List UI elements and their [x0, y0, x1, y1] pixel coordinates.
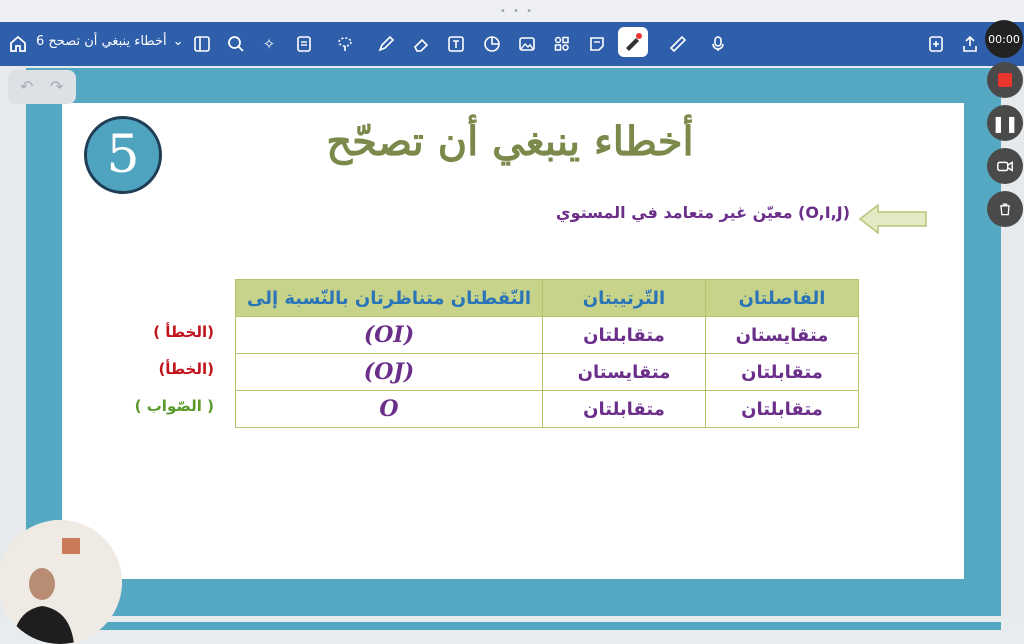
laser-pointer-icon[interactable] — [618, 27, 648, 57]
lasso-icon[interactable] — [335, 22, 355, 66]
table-cell: متقابلتان — [705, 353, 859, 391]
slide-title: أخطاء ينبغي أن تصحّح — [326, 118, 694, 165]
camera-toggle-button[interactable] — [987, 148, 1023, 184]
elements-icon[interactable] — [552, 22, 572, 66]
chevron-down-icon: ⌄ — [172, 34, 184, 49]
table-cell: متقابلتان — [542, 316, 706, 354]
search-icon[interactable] — [226, 22, 246, 66]
header-ordinates: التّرتيبتان — [542, 279, 706, 317]
trash-icon — [1000, 203, 1010, 216]
page-bottom-strip — [0, 618, 1024, 640]
comparison-table: الفاصلتان التّرتيبتان النّقطتان متناظرتا… — [235, 279, 859, 428]
header-abscissas: الفاصلتان — [705, 279, 859, 317]
document-title-text: أخطاء ينبغي أن تصحح 6 — [36, 34, 167, 49]
add-page-icon[interactable] — [926, 22, 946, 66]
eraser-icon[interactable] — [411, 22, 431, 66]
mark-wrong-1: (الخطأ ) — [153, 323, 214, 341]
mark-correct: ( الصّواب ) — [134, 397, 214, 415]
webcam-overlay[interactable] — [0, 520, 122, 644]
table-header-row: الفاصلتان التّرتيبتان النّقطتان متناظرتا… — [235, 279, 859, 317]
sticky-note-icon[interactable] — [587, 22, 607, 66]
presenter-video-icon — [0, 520, 122, 644]
text-icon[interactable] — [446, 22, 466, 66]
slide-number-badge: 5 — [84, 116, 162, 194]
ruler-icon[interactable] — [668, 22, 688, 66]
undo-icon[interactable]: ↶ — [20, 77, 33, 96]
stop-recording-button[interactable] — [987, 62, 1023, 98]
delete-recording-button[interactable] — [987, 191, 1023, 227]
table-cell: متقايستان — [542, 353, 706, 391]
sidebar-icon[interactable] — [192, 22, 212, 66]
table-row: متقابلتان متقايستان (OJ) — [235, 353, 859, 391]
table-cell: (OI) — [235, 316, 543, 354]
table-cell: (OJ) — [235, 353, 543, 391]
redo-icon[interactable]: ↷ — [50, 77, 63, 96]
app-toolbar: أخطاء ينبغي أن تصحح 6 ⌄ ✧ — [0, 22, 1024, 66]
share-icon[interactable] — [960, 22, 980, 66]
microphone-icon[interactable] — [703, 22, 733, 66]
window-top-strip: • • • — [0, 0, 1024, 22]
pause-icon: ❚❚ — [991, 113, 1019, 133]
undo-redo-group: ↶ ↷ — [8, 70, 76, 104]
pen-icon[interactable] — [376, 22, 396, 66]
home-icon[interactable] — [6, 22, 30, 66]
slide-subtitle: (O,I,J) معيّن غير متعامد في المستوي — [555, 203, 850, 222]
notes-icon[interactable] — [294, 22, 314, 66]
arrow-left-icon — [858, 203, 927, 235]
table-cell: متقابلتان — [705, 390, 859, 428]
table-row: متقابلتان متقابلتان O — [235, 390, 859, 428]
stop-icon — [998, 73, 1012, 87]
sparkle-icon[interactable]: ✧ — [259, 22, 279, 66]
drag-handle-icon[interactable]: • • • — [500, 6, 534, 17]
shape-icon[interactable] — [482, 22, 502, 66]
header-symmetry: النّقطتان متناظرتان بالنّسبة إلى — [235, 279, 543, 317]
table-cell: O — [235, 390, 543, 428]
image-icon[interactable] — [517, 22, 537, 66]
pause-recording-button[interactable]: ❚❚ — [987, 105, 1023, 141]
document-title[interactable]: أخطاء ينبغي أن تصحح 6 ⌄ — [36, 34, 184, 49]
mark-wrong-2: (الخطأ) — [158, 360, 214, 378]
recording-timer: 00:00 — [985, 20, 1023, 58]
table-cell: متقابلتان — [542, 390, 706, 428]
table-row: متقايستان متقابلتان (OI) — [235, 316, 859, 354]
table-cell: متقايستان — [705, 316, 859, 354]
video-camera-icon — [997, 161, 1013, 172]
